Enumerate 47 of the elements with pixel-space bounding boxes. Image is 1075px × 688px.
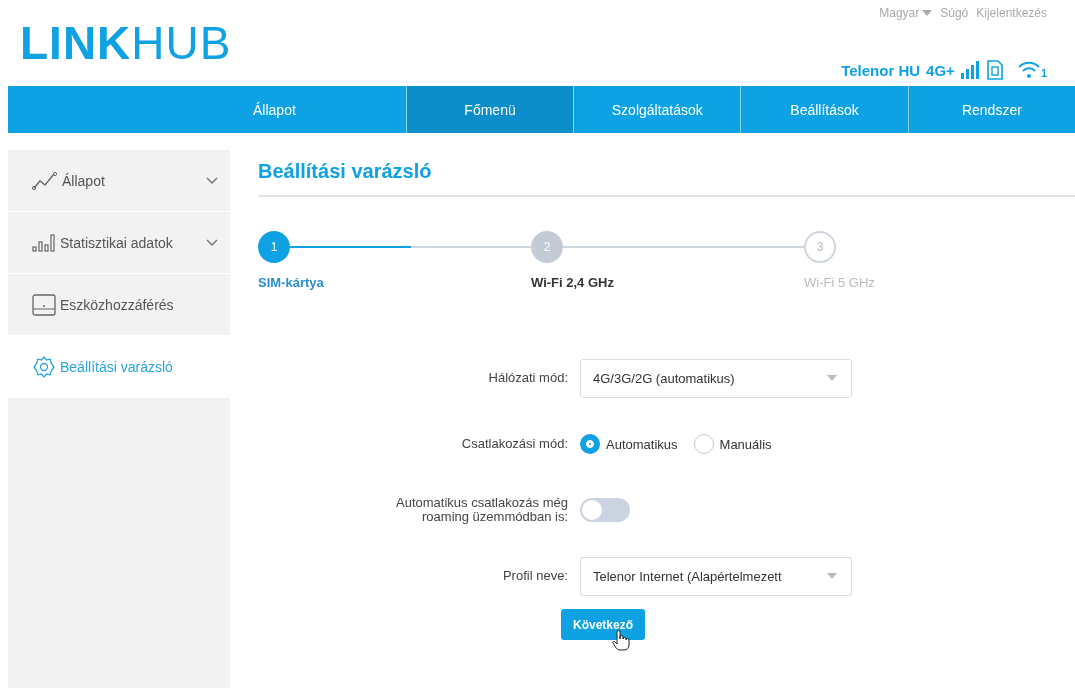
step-circle: 1 [258,231,290,263]
header-link[interactable]: Súgó [940,6,969,20]
sidebar-label: Állapot [62,172,106,189]
sidebar-item[interactable]: Beállítási varázsló [8,336,230,398]
step-circle: 2 [531,231,563,263]
field-label: Profil neve: [502,569,568,583]
sidebar-label: Statisztikai adatok [60,234,174,251]
signal-icon [960,61,981,79]
operator-name: Telenor HU [841,61,921,79]
language-dropdown[interactable]: Magyar [879,6,933,20]
field-label: Automatikus csatlakozás még roaming üzemmódban is: [395,496,568,524]
nav-tab[interactable]: Szolgáltatások [573,86,741,133]
header-link[interactable]: Kijelentkezés [976,6,1047,20]
caret-icon [827,375,837,381]
select-field[interactable]: 4G/3G/2G (automatikus) [580,358,852,398]
nav-tab[interactable]: Főmenü [405,86,574,133]
next-button[interactable]: Következő [561,609,645,640]
step-label: SIM-kártya [258,275,325,290]
page-title: Beállítási varázsló [258,150,1075,197]
wifi-icon [1016,61,1041,79]
nav-tab[interactable]: Beállítások [740,86,908,133]
line-chart-icon [32,170,58,191]
field-label: Hálózati mód: [488,371,568,385]
hand-cursor-icon [612,629,630,651]
settings-icon [32,354,56,379]
logo: LINKHUB [20,18,232,71]
caret-icon [827,573,837,579]
sim-card-icon [986,60,1003,80]
step-label: Wi-Fi 5 GHz [804,275,876,290]
step-circle: 3 [804,231,836,263]
radio-option[interactable]: Manuális [693,434,772,454]
device-icon [32,293,56,316]
step-label: Wi-Fi 2,4 GHz [531,275,615,290]
toggle-switch[interactable] [580,498,630,522]
nav-tab[interactable]: Állapot [238,86,406,133]
field-label: Csatlakozási mód: [461,437,568,451]
network-type: 4G+ [926,61,955,79]
caret-icon [922,10,933,16]
wifi-client-count: 1 [1040,67,1047,79]
sidebar-label: Beállítási varázsló [60,358,174,375]
select-field[interactable]: Telenor Internet (Alapértelmezett [580,556,852,596]
sidebar-label: Eszközhozzáférés [60,296,175,313]
chevron-icon [206,238,218,247]
chevron-icon [206,176,218,185]
bar-chart-icon [32,232,56,253]
radio-option[interactable]: Automatikus [580,434,678,454]
nav-tab[interactable]: Rendszer [907,86,1075,133]
